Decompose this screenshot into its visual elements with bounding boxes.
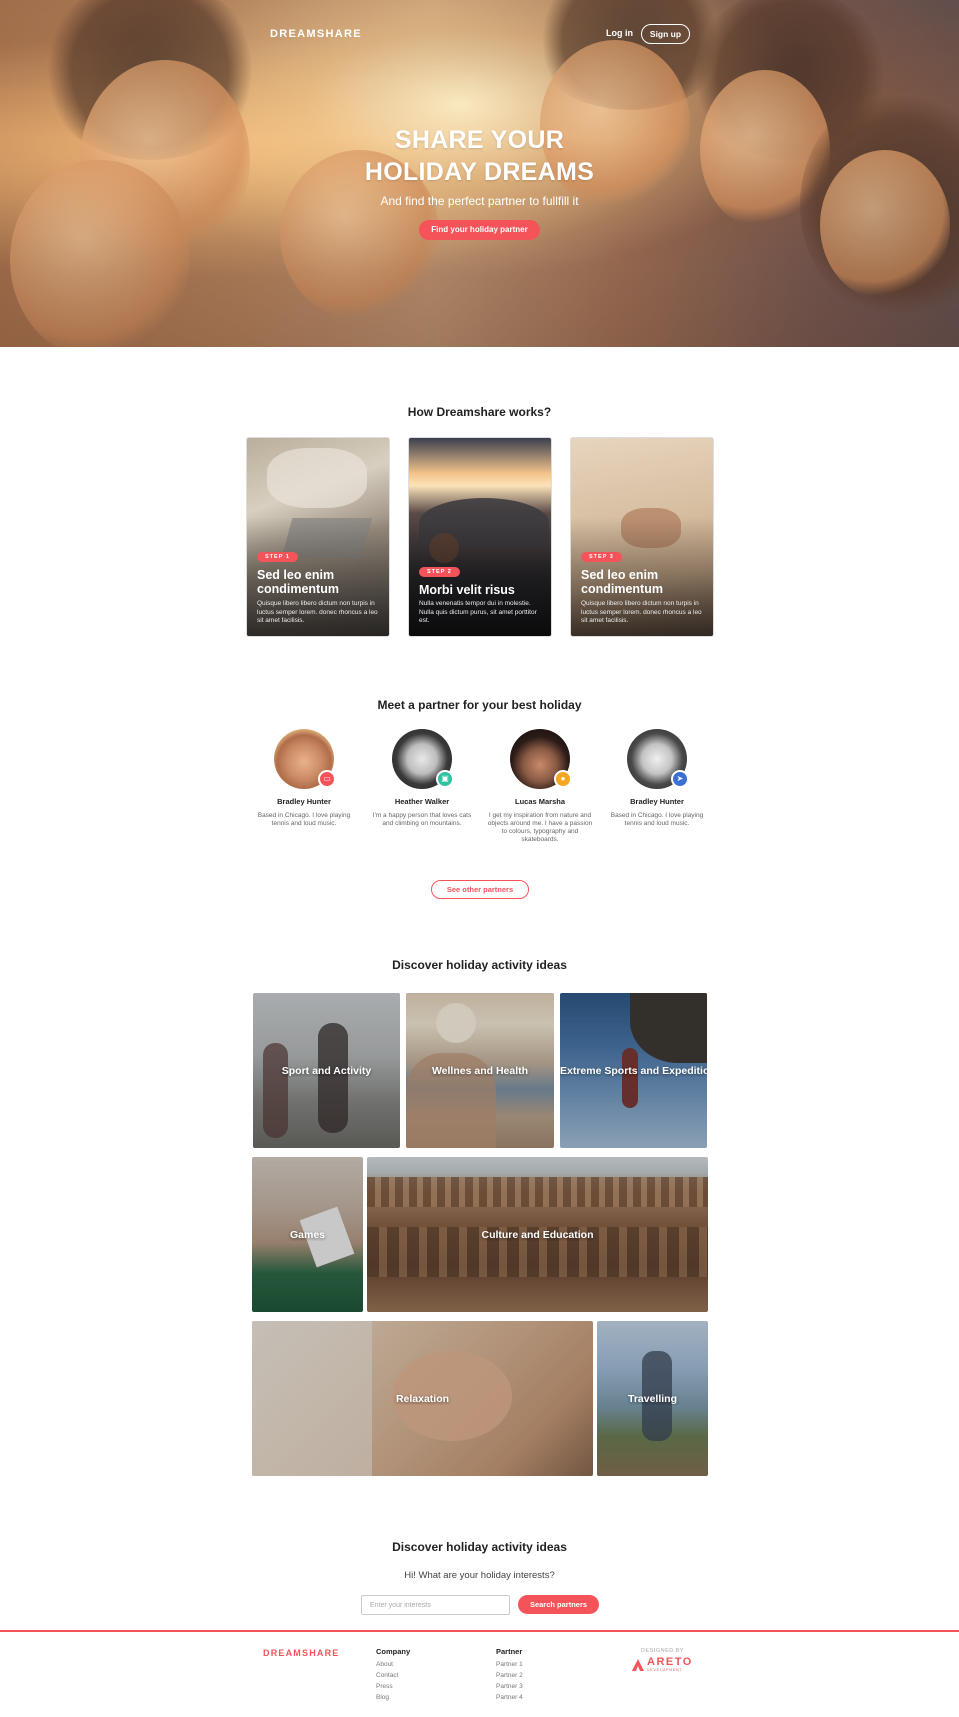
footer-link-partner-4[interactable]: Partner 4 [496, 1692, 523, 1703]
partner-card[interactable]: ▣ Heather Walker I'm a happy person that… [367, 729, 477, 828]
partner-name: Bradley Hunter [630, 797, 684, 806]
site-logo[interactable]: DREAMSHARE [270, 28, 362, 40]
activity-tile-extreme[interactable]: Extreme Sports and Expedition [560, 993, 707, 1148]
see-other-partners-button[interactable]: See other partners [431, 880, 529, 899]
partner-description: Based in Chicago. I love playing tennis … [257, 812, 351, 827]
activities-title: Discover holiday activity ideas [392, 958, 567, 972]
step-title: Sed leo enim condimentum [581, 568, 663, 596]
search-title: Discover holiday activity ideas [392, 1540, 567, 1554]
footer-partner-heading: Partner [496, 1647, 523, 1656]
step-badge: STEP 3 [581, 552, 622, 562]
login-link[interactable]: Log in [606, 28, 633, 38]
footer-divider [0, 1630, 959, 1632]
avatar[interactable]: ▣ [392, 729, 454, 789]
footer-link-contact[interactable]: Contact [376, 1670, 410, 1681]
partners-title: Meet a partner for your best holiday [377, 698, 582, 712]
step-card[interactable]: STEP 3 Sed leo enim condimentum Quisque … [570, 437, 714, 637]
partner-name: Lucas Marsha [514, 797, 566, 806]
footer-company-column: Company About Contact Press Blog [376, 1647, 410, 1703]
avatar[interactable]: ▭ [274, 729, 336, 789]
partner-description: I'm a happy person that loves cats and c… [372, 812, 472, 827]
designer-subtitle: DEVELOPMENT [647, 1668, 683, 1672]
tile-label: Extreme Sports and Expedition [560, 1064, 707, 1077]
image-icon: ▣ [436, 770, 454, 788]
areto-logo-icon [632, 1658, 644, 1671]
step-title: Morbi velit risus [419, 583, 515, 597]
tile-label: Culture and Education [481, 1228, 594, 1241]
step-text: Quisque libero libero dictum non turpis … [581, 600, 702, 624]
tile-label: Games [289, 1228, 326, 1241]
monitor-icon: ▭ [318, 770, 336, 788]
search-question: Hi! What are your holiday interests? [404, 1570, 555, 1581]
signup-button[interactable]: Sign up [641, 24, 690, 44]
activity-tile-relaxation[interactable]: Relaxation [252, 1321, 593, 1476]
hero-title: SHARE YOUR HOLIDAY DREAMS [0, 124, 959, 188]
step-card[interactable]: STEP 1 Sed leo enim condimentum Quisque … [246, 437, 390, 637]
activity-tile-sport[interactable]: Sport and Activity [253, 993, 400, 1148]
activity-tile-culture[interactable]: Culture and Education [367, 1157, 708, 1312]
designer-name: ARETO [647, 1656, 693, 1668]
avatar[interactable]: ➤ [627, 729, 689, 789]
footer-link-about[interactable]: About [376, 1659, 410, 1670]
avatar[interactable]: ● [510, 729, 572, 789]
step-card[interactable]: STEP 2 Morbi velit risus Nulla venenatis… [408, 437, 552, 637]
hero-subtitle: And find the perfect partner to fullfill… [380, 194, 579, 208]
footer-link-press[interactable]: Press [376, 1681, 410, 1692]
interests-input[interactable] [361, 1595, 510, 1615]
tile-label: Travelling [627, 1392, 678, 1405]
partner-card[interactable]: ▭ Bradley Hunter Based in Chicago. I lov… [249, 729, 359, 828]
tile-label: Sport and Activity [281, 1064, 372, 1077]
designed-by-label: DESIGNED BY [641, 1648, 685, 1654]
how-it-works-title: How Dreamshare works? [407, 405, 552, 419]
partner-description: I get my inspiration from nature and obj… [487, 812, 593, 843]
footer-link-blog[interactable]: Blog [376, 1692, 410, 1703]
partner-description: Based in Chicago. I love playing tennis … [610, 812, 704, 827]
partner-card[interactable]: ➤ Bradley Hunter Based in Chicago. I lov… [602, 729, 712, 828]
activity-tile-wellness[interactable]: Wellnes and Health [406, 993, 554, 1148]
activity-tile-games[interactable]: Games [252, 1157, 363, 1312]
footer-link-partner-1[interactable]: Partner 1 [496, 1659, 523, 1670]
step-text: Nulla venenatis tempor dui in molestie. … [419, 600, 537, 624]
step-badge: STEP 1 [257, 552, 298, 562]
step-title: Sed leo enim condimentum [257, 568, 339, 596]
partner-name: Bradley Hunter [277, 797, 331, 806]
hero-title-line2: HOLIDAY DREAMS [364, 158, 595, 186]
tile-label: Relaxation [395, 1392, 450, 1405]
footer-logo[interactable]: DREAMSHARE [263, 1648, 340, 1658]
footer-company-heading: Company [376, 1647, 411, 1656]
find-partner-button[interactable]: Find your holiday partner [419, 220, 540, 240]
activity-tile-travelling[interactable]: Travelling [597, 1321, 708, 1476]
footer-link-partner-3[interactable]: Partner 3 [496, 1681, 523, 1692]
hero-banner: DREAMSHARE Log in Sign up SHARE YOUR HOL… [0, 0, 959, 347]
user-icon: ● [554, 770, 572, 788]
footer-link-partner-2[interactable]: Partner 2 [496, 1670, 523, 1681]
hero-title-line1: SHARE YOUR [394, 126, 565, 154]
search-partners-button[interactable]: Search partners [518, 1595, 599, 1614]
designer-logo[interactable]: ARETO DEVELOPMENT [632, 1657, 693, 1672]
partner-name: Heather Walker [394, 797, 450, 806]
step-badge: STEP 2 [419, 567, 460, 577]
send-icon: ➤ [671, 770, 689, 788]
tile-label: Wellnes and Health [431, 1064, 529, 1077]
step-text: Quisque libero libero dictum non turpis … [257, 600, 378, 624]
footer-partner-column: Partner Partner 1 Partner 2 Partner 3 Pa… [496, 1647, 523, 1703]
partner-card[interactable]: ● Lucas Marsha I get my inspiration from… [485, 729, 595, 844]
